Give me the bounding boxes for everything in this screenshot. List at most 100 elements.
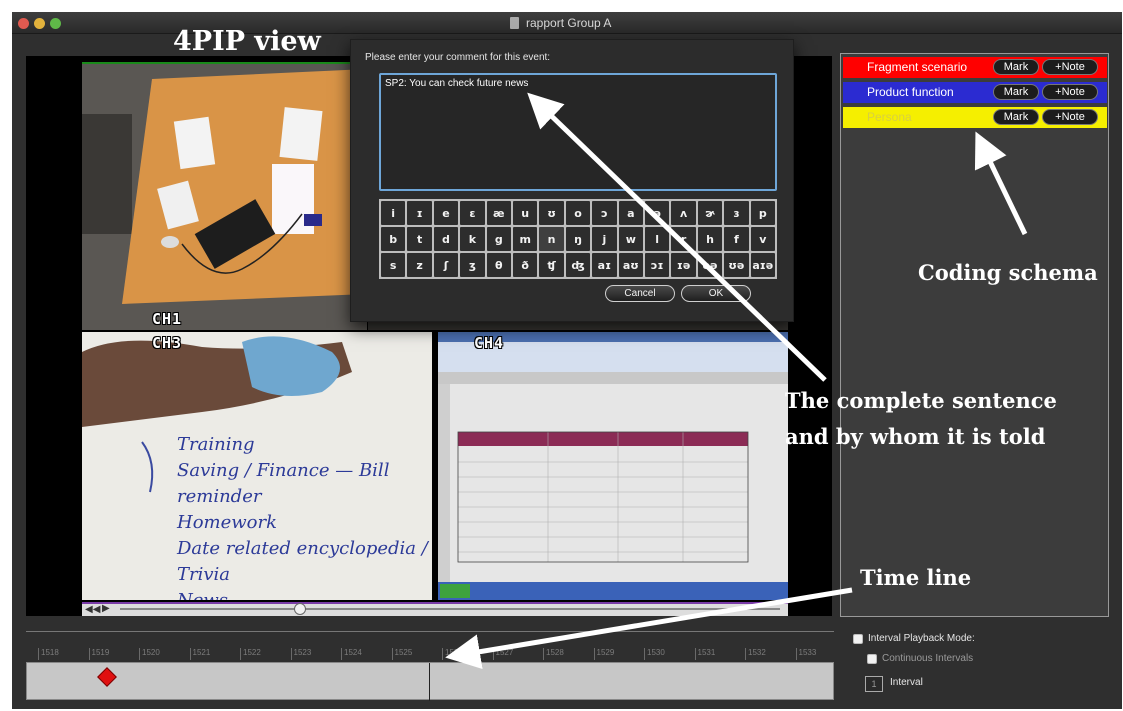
play-icon[interactable]: ▶ bbox=[102, 603, 110, 614]
keyboard-key[interactable]: e bbox=[433, 201, 459, 225]
keyboard-key[interactable]: j bbox=[592, 227, 617, 251]
keyboard-key[interactable]: a bbox=[618, 201, 643, 225]
add-note-button[interactable]: +Note bbox=[1042, 84, 1098, 100]
annotation-time-line: Time line bbox=[860, 565, 972, 590]
seek-track[interactable] bbox=[120, 608, 780, 610]
keyboard-key[interactable]: ʤ bbox=[565, 253, 591, 277]
timeline-tick-label: 1528 bbox=[543, 648, 564, 660]
timeline-ruler: 1518 1519 1520 1521 1522 1523 1524 1525 1526 1527… bbox=[26, 645, 834, 662]
keyboard-key[interactable]: u bbox=[512, 201, 538, 225]
keyboard-key[interactable]: ɪ bbox=[407, 201, 432, 225]
zoom-window-button[interactable] bbox=[50, 18, 61, 29]
cancel-button[interactable]: Cancel bbox=[605, 285, 675, 302]
annotation-sentence-line2: and by whom it is told bbox=[785, 424, 1046, 449]
timeline-playhead[interactable] bbox=[429, 663, 430, 701]
dialog-prompt: Please enter your comment for this event… bbox=[365, 52, 551, 63]
timeline-track[interactable] bbox=[26, 662, 834, 701]
interval-input[interactable]: 1 bbox=[865, 676, 883, 692]
mark-button[interactable]: Mark bbox=[993, 84, 1039, 100]
mark-button[interactable]: Mark bbox=[993, 109, 1039, 125]
whiteboard-text: Training Saving / Finance — Bill reminde… bbox=[177, 432, 432, 600]
coding-schema-row: Product function Mark +Note bbox=[843, 82, 1107, 103]
keyboard-key[interactable]: s bbox=[381, 253, 406, 277]
player-controls: ◀◀ ▶ bbox=[82, 602, 788, 616]
timeline-tick-label: 1526 bbox=[442, 648, 463, 660]
keyboard-key[interactable]: ʒ bbox=[460, 253, 485, 277]
comment-dialog: Please enter your comment for this event… bbox=[350, 39, 794, 322]
ok-button[interactable]: OK bbox=[681, 285, 751, 302]
timeline-tick-label: 1520 bbox=[139, 648, 160, 660]
coding-schema-panel: Fragment scenario Mark +Note Product functi… bbox=[840, 53, 1109, 617]
keyboard-key[interactable]: ɔ bbox=[592, 201, 617, 225]
close-window-button[interactable] bbox=[18, 18, 29, 29]
annotation-coding-schema: Coding schema bbox=[918, 260, 1098, 285]
keyboard-key[interactable]: ə bbox=[644, 201, 670, 225]
keyboard-key[interactable]: aɪ bbox=[592, 253, 617, 277]
playback-progress-line bbox=[82, 602, 788, 604]
timeline-tick-label: 1530 bbox=[644, 648, 665, 660]
keyboard-key[interactable]: ð bbox=[512, 253, 538, 277]
seek-handle[interactable] bbox=[294, 603, 306, 615]
keyboard-key[interactable]: b bbox=[381, 227, 406, 251]
document-icon bbox=[510, 17, 519, 29]
interval-playback-mode-label: Interval Playback Mode: bbox=[868, 633, 975, 644]
camera-channel-4: CH4 bbox=[438, 332, 788, 600]
keyboard-key[interactable]: v bbox=[750, 227, 775, 251]
keyboard-key[interactable]: ɛ bbox=[460, 201, 485, 225]
annotation-pip-view: 4PIP view bbox=[173, 26, 321, 57]
keyboard-key[interactable]: w bbox=[618, 227, 643, 251]
timeline-tick-label: 1532 bbox=[745, 648, 766, 660]
window-title: rapport Group A bbox=[526, 16, 612, 30]
keyboard-key[interactable]: ʌ bbox=[671, 201, 696, 225]
keyboard-key[interactable]: k bbox=[460, 227, 485, 251]
timeline-tick-label: 1518 bbox=[38, 648, 59, 660]
keyboard-key[interactable]: z bbox=[407, 253, 432, 277]
volume-icon[interactable]: ◀◀ bbox=[85, 604, 100, 615]
keyboard-key[interactable]: ʧ bbox=[539, 253, 564, 277]
keyboard-key[interactable]: aɪə bbox=[750, 253, 775, 277]
keyboard-key[interactable]: ŋ bbox=[565, 227, 591, 251]
continuous-intervals-checkbox[interactable] bbox=[867, 654, 877, 664]
coding-category-name: Product function bbox=[867, 85, 954, 99]
keyboard-key[interactable]: n bbox=[539, 227, 564, 251]
comment-input[interactable] bbox=[379, 73, 777, 191]
keyboard-key[interactable]: f bbox=[724, 227, 749, 251]
keyboard-key[interactable]: l bbox=[644, 227, 670, 251]
app-window: rapport Group A CH1 Training Saving / Fi… bbox=[12, 12, 1122, 709]
keyboard-key[interactable]: o bbox=[565, 201, 591, 225]
keyboard-key[interactable]: ʊ bbox=[539, 201, 564, 225]
keyboard-key[interactable]: æ bbox=[486, 201, 511, 225]
mark-button[interactable]: Mark bbox=[993, 59, 1039, 75]
timeline-tick-label: 1524 bbox=[341, 648, 362, 660]
interval-playback-mode-checkbox[interactable] bbox=[853, 634, 863, 644]
keyboard-key[interactable]: ʃ bbox=[433, 253, 459, 277]
keyboard-key[interactable]: ɪə bbox=[671, 253, 696, 277]
event-marker[interactable] bbox=[97, 667, 117, 687]
keyboard-key[interactable]: ɔɪ bbox=[644, 253, 670, 277]
keyboard-key[interactable]: r bbox=[671, 227, 696, 251]
keyboard-key[interactable]: d bbox=[433, 227, 459, 251]
coding-schema-row: Fragment scenario Mark +Note bbox=[843, 57, 1107, 78]
whiteboard-line: News bbox=[177, 588, 432, 600]
keyboard-key[interactable]: aʊ bbox=[618, 253, 643, 277]
keyboard-key[interactable]: ɜ bbox=[724, 201, 749, 225]
keyboard-key[interactable]: h bbox=[697, 227, 723, 251]
keyboard-key[interactable]: i bbox=[381, 201, 406, 225]
keyboard-key[interactable]: eə bbox=[697, 253, 723, 277]
camera-channel-1: CH1 bbox=[82, 64, 367, 330]
keyboard-key[interactable]: t bbox=[407, 227, 432, 251]
keyboard-key[interactable]: p bbox=[750, 201, 775, 225]
keyboard-key[interactable]: g bbox=[486, 227, 511, 251]
keyboard-key[interactable]: ɚ bbox=[697, 201, 723, 225]
add-note-button[interactable]: +Note bbox=[1042, 59, 1098, 75]
keyboard-key[interactable]: m bbox=[512, 227, 538, 251]
whiteboard-line: Saving / Finance — Bill reminder bbox=[177, 460, 390, 507]
phonetic-keyboard: i ɪ e ɛ æ u ʊ o ɔ a ə ʌ ɚ ɜ p b t d k g m n ŋ j w l r h f v s z ʃ ʒ θ ð ʧ ʤ aɪ… bbox=[379, 199, 777, 279]
channel-label-ch4: CH4 bbox=[474, 334, 505, 352]
add-note-button[interactable]: +Note bbox=[1042, 109, 1098, 125]
minimize-window-button[interactable] bbox=[34, 18, 45, 29]
keyboard-key[interactable]: θ bbox=[486, 253, 511, 277]
timeline-tick-label: 1521 bbox=[189, 648, 210, 660]
whiteboard-line: Homework bbox=[177, 512, 278, 533]
keyboard-key[interactable]: ʊə bbox=[724, 253, 749, 277]
